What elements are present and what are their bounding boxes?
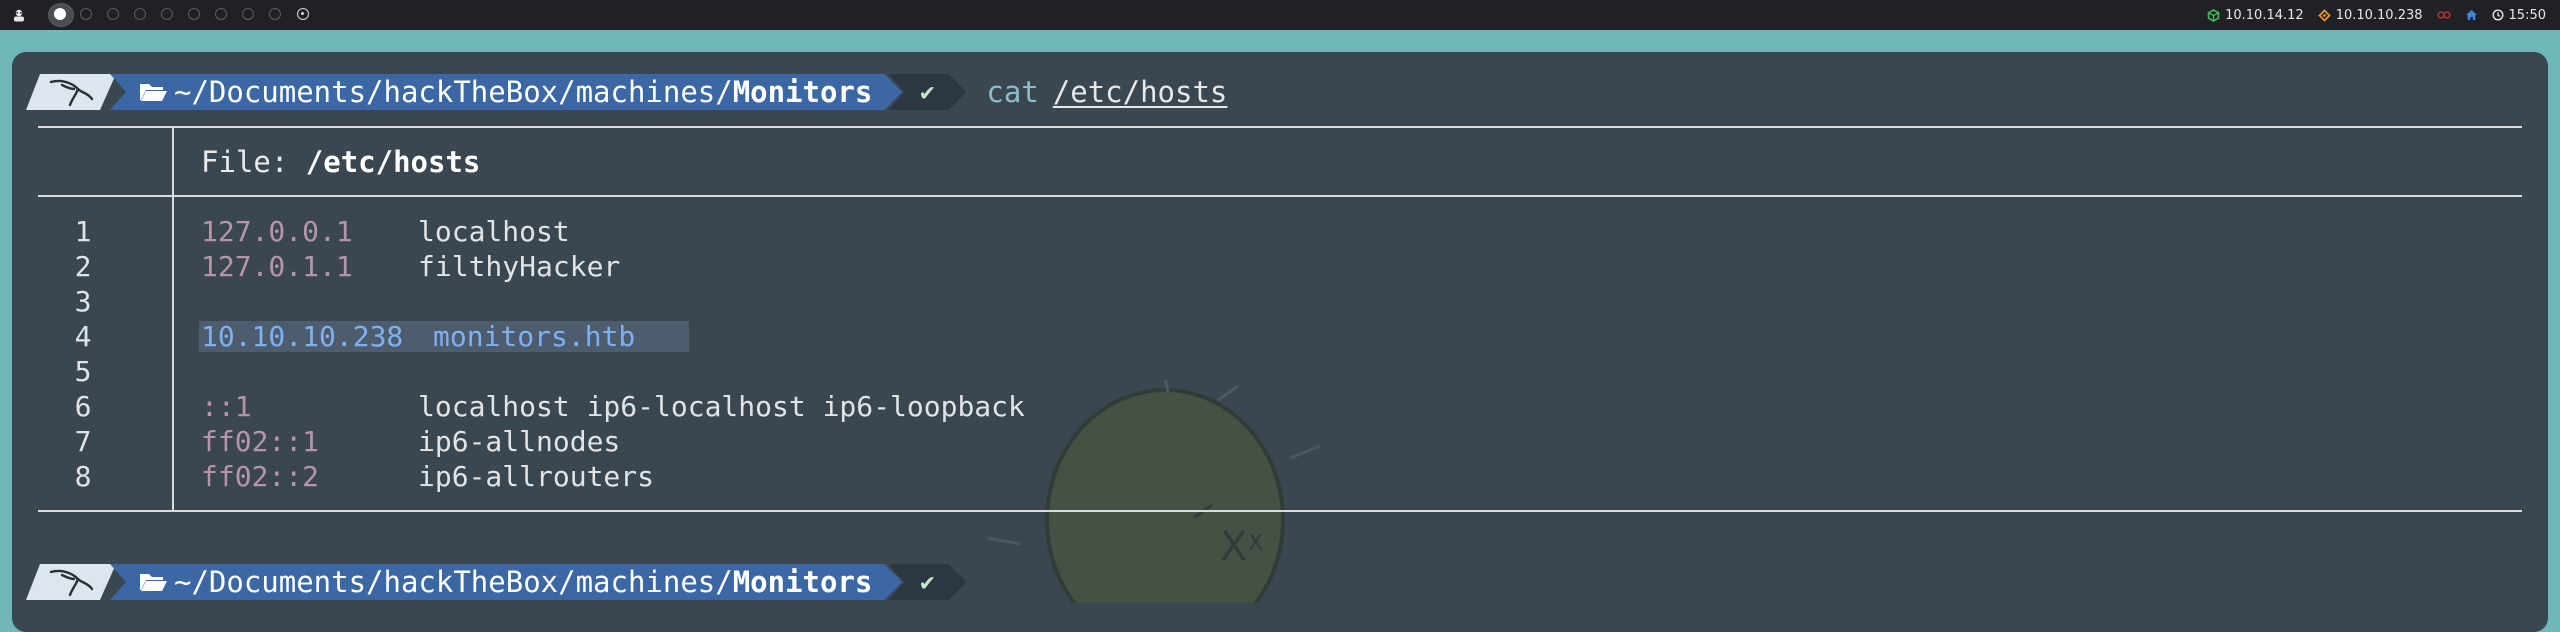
kali-dragon-icon: [48, 77, 94, 107]
ip-address: ff02::2: [201, 460, 320, 493]
file-bottom-rule: [38, 510, 2522, 512]
workspace-1-indicator[interactable]: [54, 8, 66, 20]
kali-dragon-icon: [48, 567, 94, 597]
user-menu-icon[interactable]: [10, 6, 28, 24]
workspace-5-indicator[interactable]: [161, 8, 173, 20]
file-line: 2 127.0.1.1 filthyHacker: [38, 249, 1438, 284]
file-line: 1 127.0.0.1 localhost: [38, 214, 1438, 249]
hostname: monitors.htb: [433, 320, 636, 353]
file-header-rule: [38, 195, 2522, 197]
link-broken-icon: [2436, 11, 2451, 19]
file-line: 5: [38, 354, 1438, 389]
clock[interactable]: 15:50: [2492, 8, 2546, 23]
workspace-2-indicator[interactable]: [80, 8, 92, 20]
prompt-path-dir: Monitors: [732, 75, 873, 109]
vpn-status: 10.10.14.12: [2207, 8, 2304, 23]
prompt-path-segment: ~/Documents/hackTheBox/machines/Monitors: [110, 564, 902, 600]
target-icon: [2317, 8, 2331, 22]
ip-address: ::1: [201, 390, 252, 423]
workspace-9-indicator[interactable]: [269, 8, 281, 20]
network-status: [2436, 10, 2451, 20]
check-icon: ✔: [920, 78, 935, 106]
workspace-7-indicator[interactable]: [215, 8, 227, 20]
line-number: 6: [74, 390, 92, 423]
prompt-line-1: ~/Documents/hackTheBox/machines/Monitors…: [26, 74, 1227, 110]
hostname: ip6-allrouters: [418, 460, 655, 493]
file-label: File:: [201, 145, 289, 179]
hostname: filthyHacker: [418, 250, 621, 283]
target-ip: 10.10.10.238: [2335, 7, 2423, 23]
target-status: 10.10.10.238: [2317, 7, 2423, 23]
top-panel: 10.10.14.12 10.10.10.238 15:50: [0, 0, 2560, 30]
workspace-8-indicator[interactable]: [242, 8, 254, 20]
file-line: 7 ff02::1 ip6-allnodes: [38, 424, 1438, 459]
prompt-path-segment: ~/Documents/hackTheBox/machines/Monitors: [110, 74, 902, 110]
workspace-6-indicator[interactable]: [188, 8, 200, 20]
command-line[interactable]: cat/etc/hosts: [986, 75, 1227, 109]
prompt-line-2: ~/Documents/hackTheBox/machines/Monitors…: [26, 564, 966, 600]
workspace-4-indicator[interactable]: [134, 8, 146, 20]
clock-time: 15:50: [2508, 7, 2546, 23]
command-name: cat: [986, 75, 1039, 109]
file-line: 6 ::1 localhost ip6-localhost ip6-loopba…: [38, 389, 1438, 424]
file-name: /etc/hosts: [305, 145, 481, 179]
prompt-path-prefix: ~/Documents/hackTheBox/machines/: [174, 75, 733, 109]
line-number: 5: [74, 355, 92, 388]
file-line: 8 ff02::2 ip6-allrouters: [38, 459, 1438, 494]
line-number: 1: [74, 215, 92, 248]
line-number: 3: [74, 285, 92, 318]
line-number: 2: [74, 250, 92, 283]
ip-address: 127.0.0.1: [201, 215, 353, 248]
workspace-3-indicator[interactable]: [107, 8, 119, 20]
file-content: 1 127.0.0.1 localhost 2 127.0.1.1 filthy…: [38, 214, 1438, 494]
vpn-ip: 10.10.14.12: [2225, 7, 2304, 23]
folder-open-icon: [138, 570, 168, 594]
prompt-user-segment: [26, 74, 116, 110]
hostname: ip6-allnodes: [418, 425, 621, 458]
line-number: 7: [74, 425, 92, 458]
file-line-highlighted: 4 10.10.10.238 monitors.htb: [38, 319, 1438, 354]
home-button[interactable]: [2465, 9, 2478, 21]
workspace-10-indicator[interactable]: [297, 8, 309, 20]
vpn-cube-icon: [2207, 8, 2220, 22]
ip-address: 127.0.1.1: [201, 250, 353, 283]
hostname: localhost: [418, 215, 570, 248]
folder-open-icon: [138, 80, 168, 104]
command-argument[interactable]: /etc/hosts: [1053, 75, 1228, 109]
prompt-path-dir: Monitors: [732, 565, 873, 599]
hostname: localhost ip6-localhost ip6-loopback: [418, 390, 1025, 423]
svg-text:X: X: [1220, 524, 1247, 570]
line-number: 8: [74, 460, 92, 493]
clock-icon: [2492, 9, 2504, 21]
file-line: 3: [38, 284, 1438, 319]
file-top-rule: [38, 126, 2522, 128]
file-header: File: /etc/hosts: [201, 145, 480, 179]
prompt-user-segment: [26, 564, 116, 600]
prompt-path-prefix: ~/Documents/hackTheBox/machines/: [174, 565, 733, 599]
ip-address: 10.10.10.238: [201, 320, 404, 353]
check-icon: ✔: [920, 568, 935, 596]
svg-text:X: X: [1248, 531, 1263, 556]
home-icon: [2465, 10, 2477, 20]
line-number: 4: [74, 320, 92, 353]
ip-address: ff02::1: [201, 425, 320, 458]
